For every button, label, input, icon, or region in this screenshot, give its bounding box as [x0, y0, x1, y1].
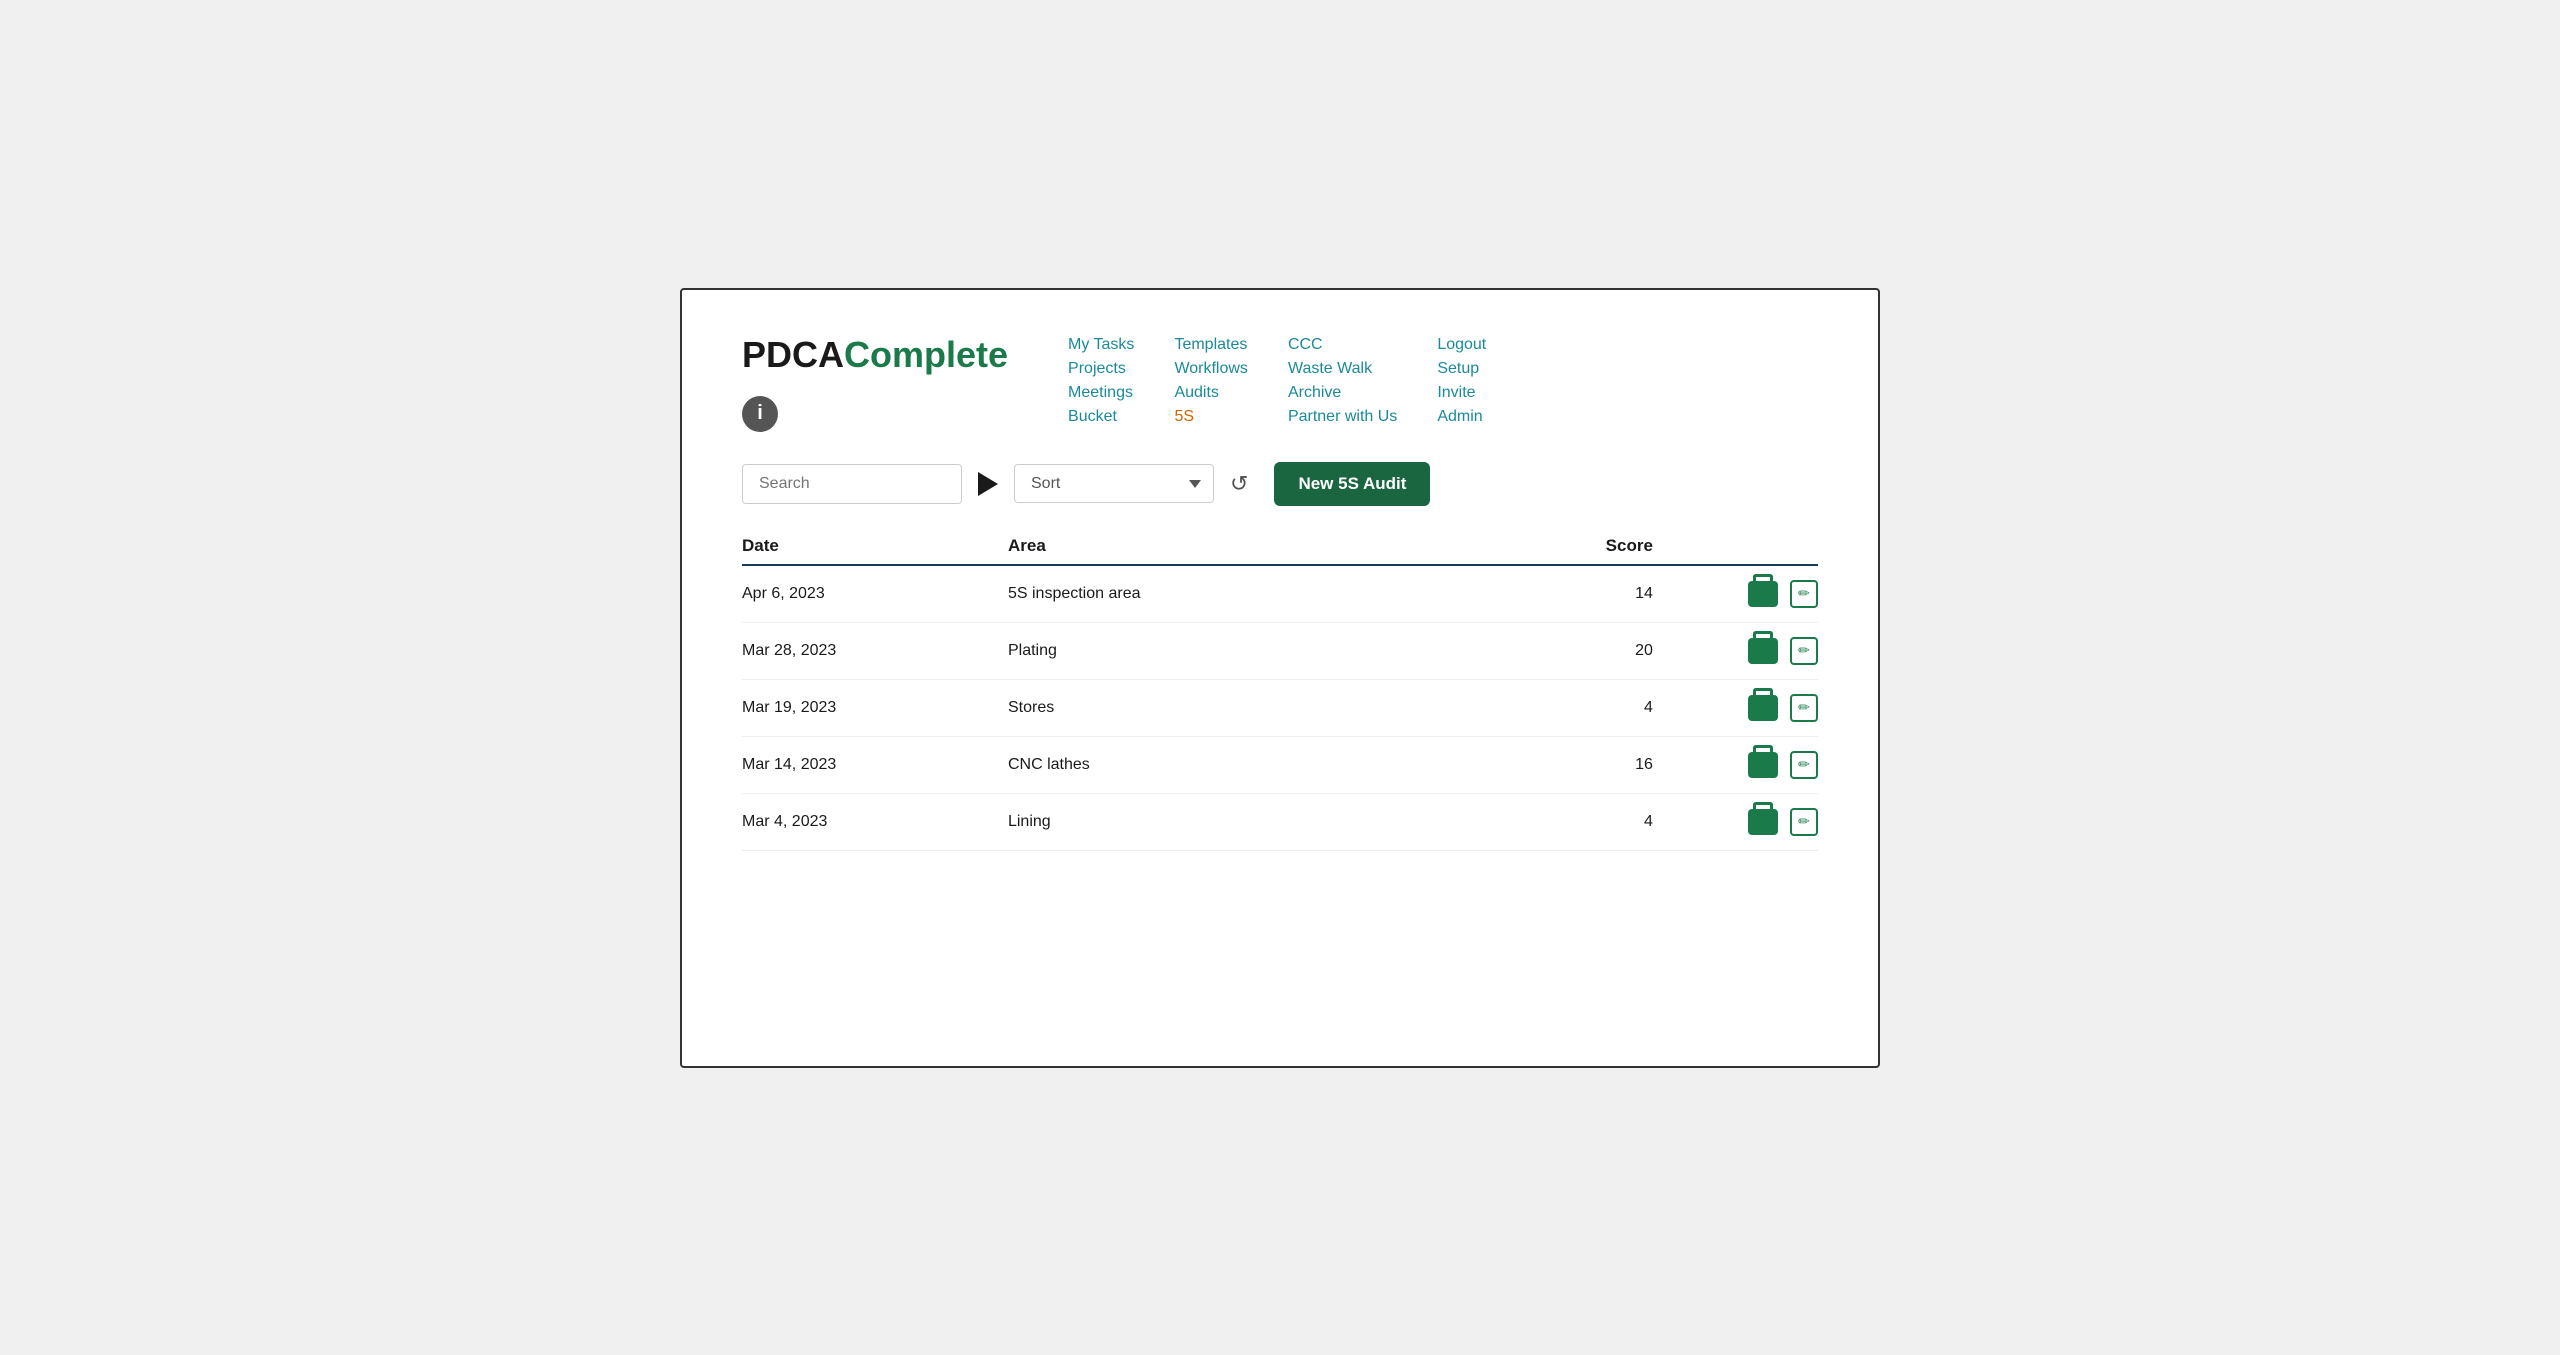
edit-icon-4[interactable]	[1790, 808, 1818, 836]
edit-icon-2[interactable]	[1790, 694, 1818, 722]
nav-bucket[interactable]: Bucket	[1068, 408, 1134, 426]
cell-score-3: 16	[1492, 736, 1673, 793]
briefcase-icon-0[interactable]	[1748, 581, 1778, 607]
search-input[interactable]	[742, 464, 962, 504]
cell-actions-1	[1673, 622, 1818, 679]
cell-date-4: Mar 4, 2023	[742, 793, 1008, 850]
cell-area-3: CNC lathes	[1008, 736, 1492, 793]
cell-score-1: 20	[1492, 622, 1673, 679]
cell-score-0: 14	[1492, 565, 1673, 623]
logo-green: Complete	[844, 334, 1008, 375]
cell-actions-3	[1673, 736, 1818, 793]
cell-area-2: Stores	[1008, 679, 1492, 736]
play-button[interactable]	[978, 472, 998, 496]
logo-area: PDCAComplete i	[742, 330, 1008, 432]
col-header-actions	[1673, 536, 1818, 565]
cell-actions-4	[1673, 793, 1818, 850]
nav-archive[interactable]: Archive	[1288, 384, 1397, 402]
cell-actions-2	[1673, 679, 1818, 736]
nav-ccc[interactable]: CCC	[1288, 336, 1397, 354]
nav-projects[interactable]: Projects	[1068, 360, 1134, 378]
refresh-button[interactable]: ↺	[1226, 467, 1252, 501]
cell-area-1: Plating	[1008, 622, 1492, 679]
cell-score-2: 4	[1492, 679, 1673, 736]
cell-date-3: Mar 14, 2023	[742, 736, 1008, 793]
main-nav: My Tasks Templates CCC Logout Projects W…	[1068, 336, 1486, 426]
table-row: Mar 14, 2023 CNC lathes 16	[742, 736, 1818, 793]
info-icon[interactable]: i	[742, 396, 778, 432]
nav-admin[interactable]: Admin	[1437, 408, 1486, 426]
new-audit-button[interactable]: New 5S Audit	[1274, 462, 1430, 506]
table-row: Mar 19, 2023 Stores 4	[742, 679, 1818, 736]
nav-meetings[interactable]: Meetings	[1068, 384, 1134, 402]
header: PDCAComplete i My Tasks Templates CCC Lo…	[742, 330, 1818, 432]
cell-actions-0	[1673, 565, 1818, 623]
nav-audits[interactable]: Audits	[1174, 384, 1248, 402]
col-header-area: Area	[1008, 536, 1492, 565]
table-row: Mar 28, 2023 Plating 20	[742, 622, 1818, 679]
col-header-score: Score	[1492, 536, 1673, 565]
briefcase-icon-3[interactable]	[1748, 752, 1778, 778]
briefcase-icon-4[interactable]	[1748, 809, 1778, 835]
cell-date-0: Apr 6, 2023	[742, 565, 1008, 623]
nav-workflows[interactable]: Workflows	[1174, 360, 1248, 378]
cell-date-2: Mar 19, 2023	[742, 679, 1008, 736]
cell-date-1: Mar 28, 2023	[742, 622, 1008, 679]
nav-setup[interactable]: Setup	[1437, 360, 1486, 378]
table-row: Mar 4, 2023 Lining 4	[742, 793, 1818, 850]
main-window: PDCAComplete i My Tasks Templates CCC Lo…	[680, 288, 1880, 1068]
logo: PDCAComplete	[742, 334, 1008, 376]
table-row: Apr 6, 2023 5S inspection area 14	[742, 565, 1818, 623]
nav-logout[interactable]: Logout	[1437, 336, 1486, 354]
sort-select[interactable]: Sort Date Area Score	[1014, 464, 1214, 503]
cell-area-0: 5S inspection area	[1008, 565, 1492, 623]
nav-my-tasks[interactable]: My Tasks	[1068, 336, 1134, 354]
briefcase-icon-1[interactable]	[1748, 638, 1778, 664]
briefcase-icon-2[interactable]	[1748, 695, 1778, 721]
nav-invite[interactable]: Invite	[1437, 384, 1486, 402]
cell-score-4: 4	[1492, 793, 1673, 850]
nav-templates[interactable]: Templates	[1174, 336, 1248, 354]
nav-waste-walk[interactable]: Waste Walk	[1288, 360, 1397, 378]
nav-5s[interactable]: 5S	[1174, 408, 1248, 426]
edit-icon-3[interactable]	[1790, 751, 1818, 779]
edit-icon-1[interactable]	[1790, 637, 1818, 665]
cell-area-4: Lining	[1008, 793, 1492, 850]
col-header-date: Date	[742, 536, 1008, 565]
edit-icon-0[interactable]	[1790, 580, 1818, 608]
nav-partner[interactable]: Partner with Us	[1288, 408, 1397, 426]
audit-table: Date Area Score Apr 6, 2023 5S inspectio…	[742, 536, 1818, 851]
toolbar: Sort Date Area Score ↺ New 5S Audit	[742, 462, 1818, 506]
